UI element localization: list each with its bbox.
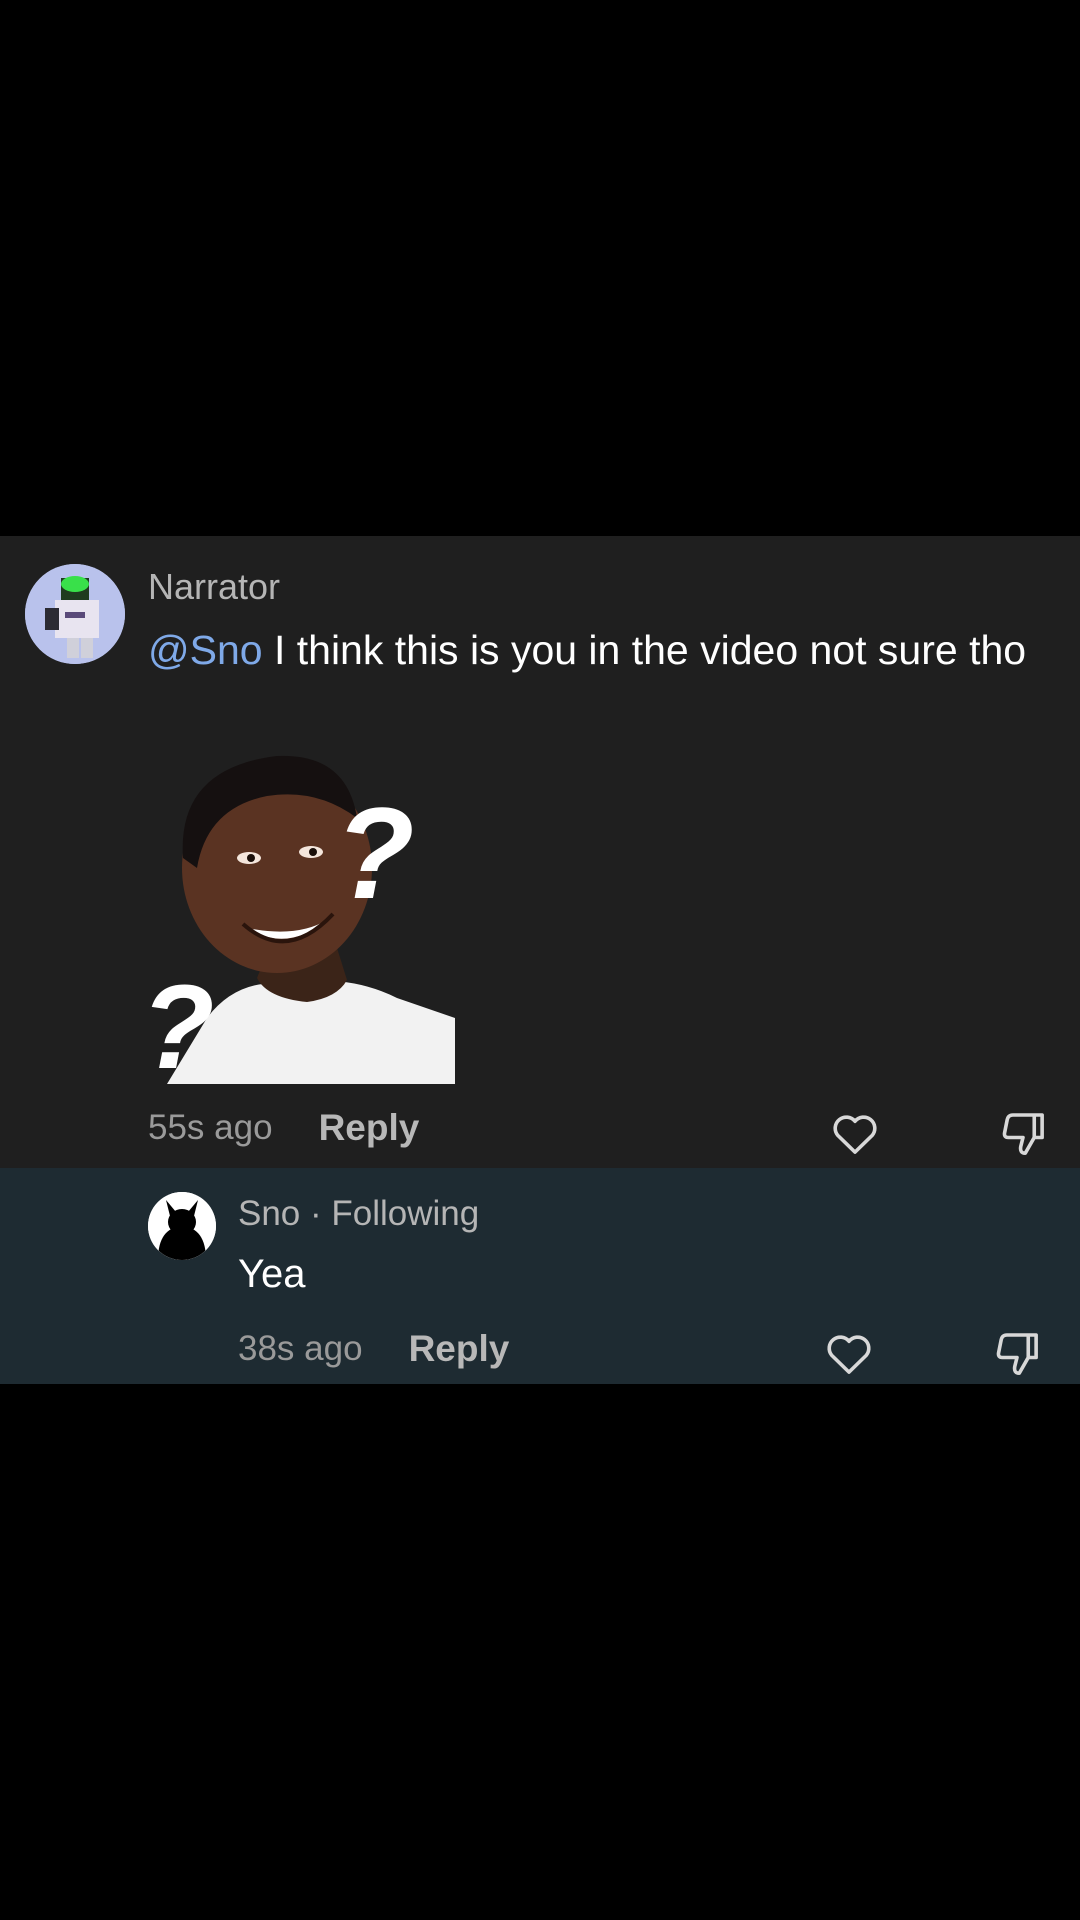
comment-text: @Sno I think this is you in the video no… [148, 620, 1048, 680]
reply-timestamp: 38s ago [238, 1329, 363, 1368]
reply-text: Yea [238, 1252, 306, 1296]
comment-username[interactable]: Narrator [148, 566, 280, 608]
comment-timestamp: 55s ago [148, 1108, 273, 1147]
reply-to-reply-button[interactable]: Reply [409, 1328, 510, 1370]
mention-link[interactable]: @Sno [148, 627, 263, 673]
thumbs-down-icon[interactable] [996, 1106, 1050, 1160]
question-mark-left: ? [147, 960, 214, 1084]
comment-body: I think this is you in the video not sur… [262, 627, 1027, 673]
following-badge: Following [331, 1194, 480, 1233]
meme-image[interactable]: ? ? [147, 748, 455, 1084]
thumbs-down-icon[interactable] [990, 1326, 1044, 1380]
reply-header: Sno · Following [238, 1194, 479, 1234]
reply-meta: 38s ago Reply [238, 1328, 509, 1370]
reply-avatar[interactable] [148, 1192, 216, 1260]
confused-face-sticker: ? ? [147, 755, 455, 1084]
heart-outline-icon[interactable] [822, 1326, 876, 1380]
header-separator: · [300, 1194, 332, 1233]
comment-meta: 55s ago Reply [148, 1107, 420, 1149]
question-mark-right: ? [335, 780, 414, 926]
heart-outline-icon[interactable] [828, 1106, 882, 1160]
reply-card: Sno · Following Yea 38s ago Reply [0, 1168, 1080, 1384]
horned-figure-avatar-icon [148, 1192, 216, 1260]
avatar[interactable] [25, 564, 125, 664]
comment-card: Narrator @Sno I think this is you in the… [0, 536, 1080, 1168]
reply-username[interactable]: Sno [238, 1194, 300, 1233]
reply-button[interactable]: Reply [319, 1107, 420, 1149]
robot-avatar-icon [25, 564, 125, 664]
